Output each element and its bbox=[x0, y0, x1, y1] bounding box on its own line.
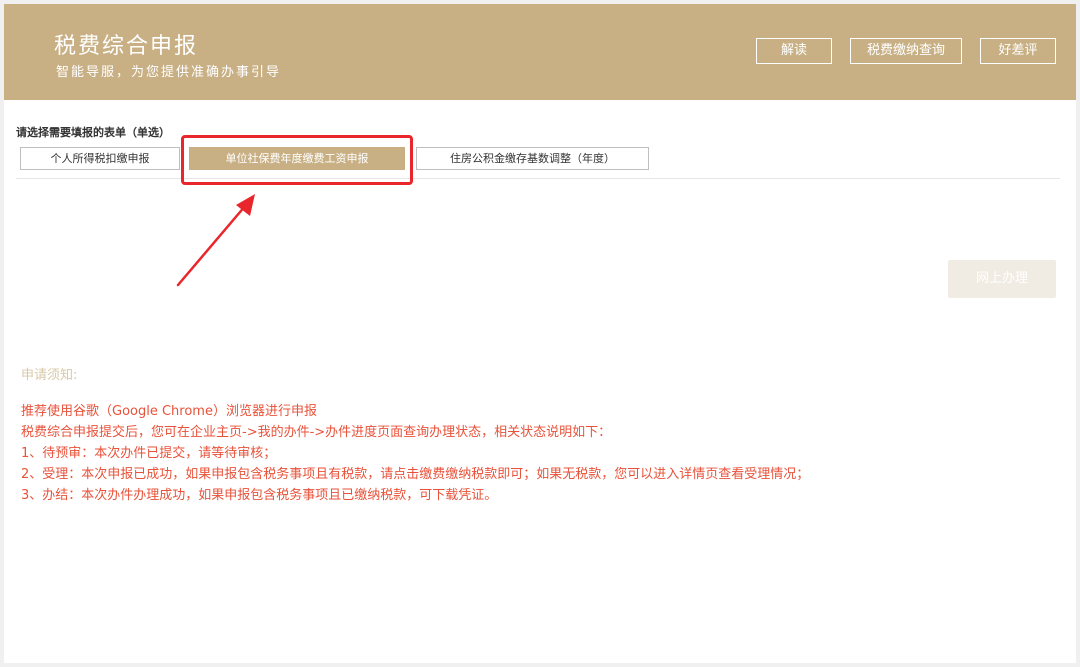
screenshot-frame: 税费综合申报 智能导服，为您提供准确办事引导 解读 税费缴纳查询 好差评 请选择… bbox=[0, 0, 1080, 667]
notice-line: 2、受理：本次申报已成功，如果申报包含税务事项且有税款，请点击缴费缴纳税款即可；… bbox=[21, 467, 810, 482]
online-apply-button[interactable]: 网上办理 bbox=[948, 260, 1056, 298]
notice-line: 3、办结：本次办件办理成功，如果申报包含税务事项且已缴纳税款，可下载凭证。 bbox=[21, 488, 498, 503]
annotation-arrow bbox=[176, 194, 255, 287]
notice-line: 税费综合申报提交后，您可在企业主页->我的办件->办件进度页面查询办理状态，相关… bbox=[21, 425, 612, 440]
notice-title: 申请须知: bbox=[21, 368, 78, 383]
notice-body: 推荐使用谷歌（Google Chrome）浏览器进行申报 税费综合申报提交后，您… bbox=[21, 401, 1061, 506]
notice-line: 1、待预审：本次办件已提交，请等待审核； bbox=[21, 446, 277, 461]
main-panel: 税费综合申报 智能导服，为您提供准确办事引导 解读 税费缴纳查询 好差评 请选择… bbox=[4, 4, 1076, 663]
notice-line: 推荐使用谷歌（Google Chrome）浏览器进行申报 bbox=[21, 404, 317, 419]
